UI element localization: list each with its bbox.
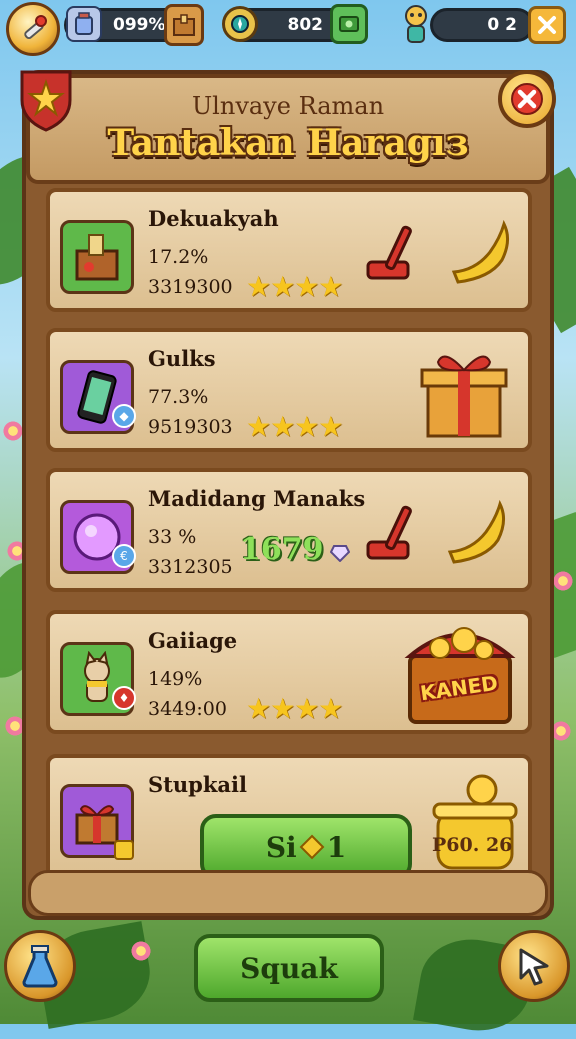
- shop-item[interactable]: Dekuakyah 17.2% 3319300 ★★★★: [46, 188, 532, 312]
- star-shield-icon: [16, 66, 76, 132]
- lever-icon: [360, 496, 420, 566]
- price-label: P60. 26: [432, 834, 513, 856]
- item-percent: 33 %: [148, 526, 197, 548]
- currency-bar-3: 0 2: [430, 8, 534, 42]
- cursor-button[interactable]: [498, 930, 570, 1002]
- item-extra-value: 1679: [240, 532, 324, 567]
- close-icon: [510, 82, 544, 116]
- item-percent: 77.3%: [148, 386, 209, 408]
- currency2-value: 802: [287, 15, 324, 35]
- flower-decoration: [130, 940, 152, 962]
- cursor-icon: [515, 946, 553, 986]
- squak-button[interactable]: Squak: [194, 934, 384, 1002]
- scroll-decoration: [28, 870, 548, 916]
- cash-icon[interactable]: [330, 4, 368, 44]
- potion-icon: [20, 944, 60, 988]
- item-percent: 17.2%: [148, 246, 209, 268]
- treasure-chest-icon: [400, 610, 520, 730]
- item-name: Dekuakyah: [148, 206, 279, 231]
- page-title: Tantakan Haragıз: [107, 122, 469, 164]
- jar-icon: [66, 6, 102, 42]
- currency1-value: 099%: [113, 15, 166, 35]
- tools-button[interactable]: [6, 2, 60, 56]
- horn-icon: [446, 216, 516, 286]
- item-value: 3449:00: [148, 698, 227, 720]
- close-button[interactable]: [498, 70, 556, 128]
- shop-item[interactable]: € Madidang Manaks 33 % 3312305 1679: [46, 468, 532, 592]
- shield-badge-icon: ◆: [112, 404, 136, 428]
- gold-pot-icon: [430, 772, 520, 872]
- item-name: Madidang Manaks: [148, 486, 366, 511]
- horn-icon: [442, 496, 512, 566]
- shop-item[interactable]: ◆ Gulks 77.3% 9519303 ★★★★: [46, 328, 532, 452]
- gold-cube-icon: [112, 838, 136, 862]
- wrench-icon: [17, 13, 49, 45]
- compass-icon: [222, 6, 258, 42]
- flower-decoration: [552, 570, 574, 592]
- star-rating: ★★★★: [246, 410, 343, 443]
- lever-icon: [360, 216, 420, 286]
- potion-button[interactable]: [4, 930, 76, 1002]
- item-value: 9519303: [148, 416, 233, 438]
- box-icon[interactable]: [164, 4, 204, 46]
- buy-button-label-left: Si: [265, 830, 297, 864]
- gift-box-icon: [414, 344, 514, 440]
- special-offer[interactable]: Stupkail Si 1 P60. 26: [46, 754, 532, 884]
- close-icon[interactable]: [528, 6, 566, 44]
- squak-button-label: Squak: [240, 951, 338, 985]
- shop-item[interactable]: ♦ Gaiiage 149% 3449:00 ★★★★ KANED: [46, 610, 532, 734]
- item-name: Gulks: [148, 346, 216, 371]
- item-value: 3319300: [148, 276, 233, 298]
- buy-button-label-right: 1: [326, 830, 347, 864]
- treasure-box-icon: [60, 220, 134, 294]
- item-percent: 149%: [148, 668, 203, 690]
- item-name: Gaiiage: [148, 628, 238, 653]
- currency3-value: 0 2: [487, 15, 517, 35]
- board-header: Ulnvaye Raman Tantakan Haragıз: [26, 74, 550, 184]
- drop-badge-icon: ♦: [112, 686, 136, 710]
- flower-decoration: [2, 420, 24, 442]
- star-rating: ★★★★: [246, 692, 343, 725]
- item-value: 3312305: [148, 556, 233, 578]
- header-subtitle: Ulnvaye Raman: [191, 92, 385, 120]
- coin-badge-icon: €: [112, 544, 136, 568]
- diamond-icon: [299, 834, 325, 860]
- star-rating: ★★★★: [246, 270, 343, 303]
- gem-icon: [330, 544, 350, 562]
- special-name: Stupkail: [148, 772, 247, 797]
